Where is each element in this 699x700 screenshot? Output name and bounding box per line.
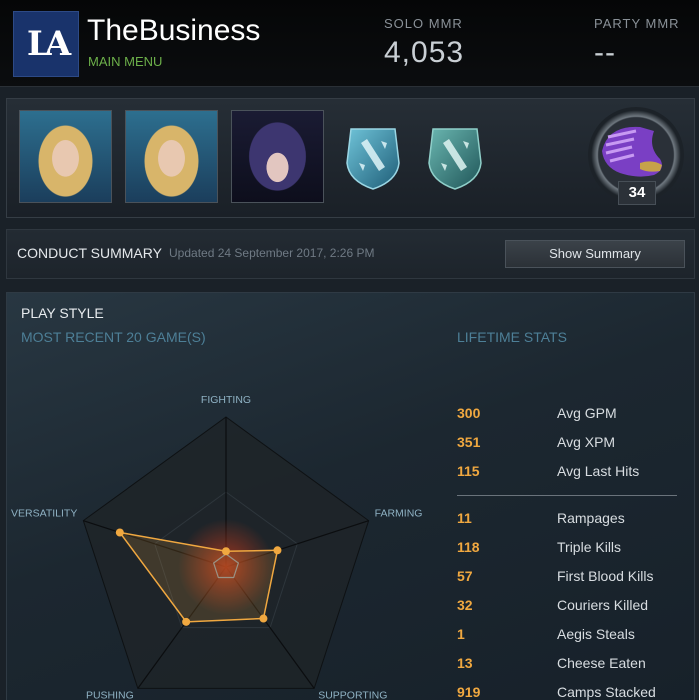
radar-axis-label-supporting: SUPPORTING	[318, 689, 387, 700]
hero-portrait-crystal-maiden[interactable]	[19, 110, 112, 203]
party-mmr-value: --	[594, 36, 616, 69]
stat-label: Cheese Eaten	[557, 655, 646, 671]
stat-label: Camps Stacked	[557, 684, 656, 700]
stat-label: Triple Kills	[557, 539, 622, 555]
play-style-radar-chart: FIGHTING FARMING SUPPORTING PUSHING VERSATIL…	[11, 394, 423, 700]
stat-value: 919	[457, 684, 481, 700]
radar-axis-label-versatility: VERSATILITY	[11, 508, 77, 520]
stat-value: 1	[457, 626, 465, 642]
lifetime-stats-label: LIFETIME STATS	[457, 329, 567, 345]
stat-label: Aegis Steals	[557, 626, 635, 642]
radar-point-versatility	[115, 528, 124, 537]
player-name: TheBusiness	[87, 14, 261, 47]
stat-value: 11	[457, 510, 472, 526]
radar-point-fighting	[222, 547, 230, 556]
radar-axis-label-pushing: PUSHING	[86, 689, 134, 700]
dota-logo-shield-icon[interactable]	[345, 123, 401, 191]
show-summary-button[interactable]: Show Summary	[505, 240, 685, 268]
stat-row: 919 Camps Stacked	[457, 684, 687, 700]
team-logo-icon: LA	[13, 11, 79, 77]
radar-axis-label-farming: FARMING	[375, 508, 423, 520]
radar-axis-label-fighting: FIGHTING	[201, 394, 251, 406]
radar-point-pushing	[182, 617, 191, 626]
stat-label: Avg XPM	[557, 434, 616, 450]
party-mmr-label: PARTY MMR	[594, 16, 680, 31]
stat-row: 1 Aegis Steals	[457, 626, 687, 646]
stat-row: 118 Triple Kills	[457, 539, 687, 559]
profile-header: LA TheBusiness MAIN MENU SOLO MMR 4,053 …	[0, 0, 699, 87]
stat-value: 300	[457, 405, 481, 421]
stat-value: 57	[457, 568, 473, 584]
conduct-updated-text: Updated 24 September 2017, 2:26 PM	[169, 246, 375, 260]
solo-mmr-label: SOLO MMR	[384, 16, 463, 31]
solo-mmr-value: 4,053	[384, 36, 465, 69]
stat-row: 32 Couriers Killed	[457, 597, 687, 617]
stat-row: 57 First Blood Kills	[457, 568, 687, 588]
stat-value: 115	[457, 463, 480, 479]
hero-portrait-luna[interactable]	[231, 110, 324, 203]
stat-label: Avg GPM	[557, 405, 617, 421]
stat-row: 11 Rampages	[457, 510, 687, 530]
radar-point-supporting	[259, 614, 268, 623]
stat-row: 300 Avg GPM	[457, 405, 687, 425]
hero-portrait-crystal-maiden[interactable]	[125, 110, 218, 203]
conduct-summary-panel: CONDUCT SUMMARY Updated 24 September 201…	[6, 229, 695, 279]
stat-row: 13 Cheese Eaten	[457, 655, 687, 675]
conduct-summary-title: CONDUCT SUMMARY	[17, 245, 162, 261]
stats-divider	[457, 495, 677, 496]
main-menu-link[interactable]: MAIN MENU	[88, 54, 162, 69]
stat-label: Rampages	[557, 510, 625, 526]
dota-logo-shield-icon[interactable]	[427, 123, 483, 191]
stat-row: 115 Avg Last Hits	[457, 463, 687, 483]
stat-row: 351 Avg XPM	[457, 434, 687, 454]
stat-value: 13	[457, 655, 473, 671]
stat-value: 118	[457, 539, 480, 555]
medal-level-badge: 34	[618, 181, 656, 205]
play-style-panel: PLAY STYLE MOST RECENT 20 GAME(S) LIFETI…	[6, 292, 695, 700]
stat-label: Couriers Killed	[557, 597, 649, 613]
stat-label: Avg Last Hits	[557, 463, 640, 479]
stat-label: First Blood Kills	[557, 568, 654, 584]
stat-value: 32	[457, 597, 473, 613]
radar-point-farming	[273, 546, 282, 555]
stat-value: 351	[457, 434, 481, 450]
